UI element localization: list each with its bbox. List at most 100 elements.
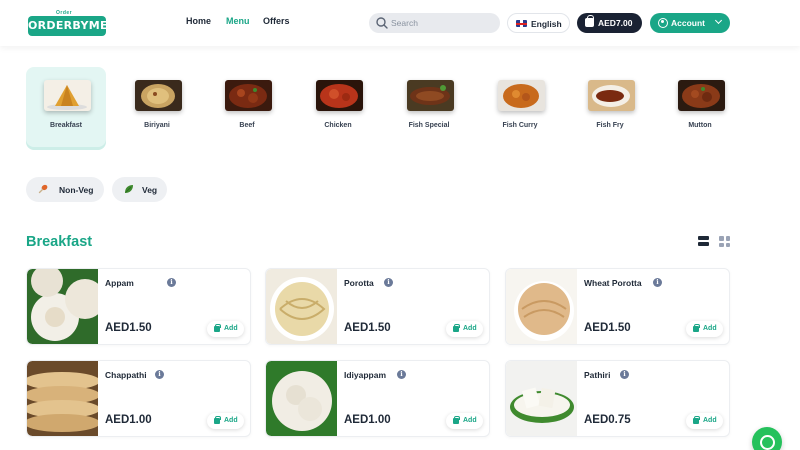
shopping-bag-icon: [453, 324, 460, 332]
shopping-bag-icon: [214, 416, 221, 424]
item-card-porotta[interactable]: Porotta i AED1.50 Add: [265, 268, 490, 345]
item-name: Porotta: [344, 278, 374, 288]
info-icon[interactable]: i: [653, 278, 662, 287]
language-label: English: [531, 19, 562, 29]
category-label: Fish Fry: [596, 122, 624, 129]
item-card-chappathi[interactable]: Chappathi i AED1.00 Add: [26, 360, 251, 437]
add-label: Add: [703, 417, 717, 424]
info-icon[interactable]: i: [167, 278, 176, 287]
item-price: AED1.00: [344, 414, 391, 426]
category-mutton[interactable]: Mutton: [660, 67, 740, 147]
category-fish-fry[interactable]: Fish Fry: [570, 67, 650, 147]
biriyani-image: [135, 80, 182, 111]
list-view-icon[interactable]: [698, 236, 709, 247]
whatsapp-icon[interactable]: [752, 427, 782, 450]
fish-curry-image: [498, 80, 545, 111]
add-button[interactable]: Add: [207, 321, 244, 337]
category-fish-special[interactable]: Fish Special: [389, 67, 469, 147]
cart-button[interactable]: AED7.00: [577, 13, 642, 33]
orderbyme-logo[interactable]: Order ORDERBYME: [28, 8, 108, 36]
beef-image: [225, 80, 272, 111]
cart-total: AED7.00: [598, 18, 633, 28]
category-label: Breakfast: [50, 122, 82, 129]
chevron-down-icon: [714, 16, 723, 25]
item-card-pathiri[interactable]: Pathiri i AED0.75 Add: [505, 360, 730, 437]
top-header: Order ORDERBYME Home Menu Offers Search …: [0, 0, 800, 46]
language-selector[interactable]: English: [507, 13, 570, 33]
shopping-bag-icon: [214, 324, 221, 332]
nav-home-link[interactable]: Home: [186, 16, 211, 26]
category-label: Beef: [239, 122, 255, 129]
info-icon[interactable]: i: [397, 370, 406, 379]
shopping-bag-icon: [693, 416, 700, 424]
logo-main-text: ORDERBYME: [28, 16, 108, 36]
search-input[interactable]: Search: [369, 13, 500, 33]
add-button[interactable]: Add: [207, 413, 244, 429]
user-icon: [658, 18, 668, 28]
nav-menu-link[interactable]: Menu: [226, 16, 250, 26]
porotta-image: [266, 269, 337, 344]
account-label: Account: [671, 18, 705, 28]
category-fish-curry[interactable]: Fish Curry: [480, 67, 560, 147]
info-icon[interactable]: i: [155, 370, 164, 379]
filter-non-veg[interactable]: Non-Veg: [26, 177, 104, 202]
item-name: Wheat Porotta: [584, 278, 642, 288]
idiyappam-image: [266, 361, 337, 436]
nav-offers-link[interactable]: Offers: [263, 16, 290, 26]
item-name: Pathiri: [584, 370, 611, 380]
drumstick-icon: [38, 184, 48, 194]
add-label: Add: [224, 417, 238, 424]
search-icon: [376, 17, 388, 29]
fish-special-image: [407, 80, 454, 111]
category-beef[interactable]: Beef: [207, 67, 287, 147]
item-card-appam[interactable]: Appam i AED1.50 Add: [26, 268, 251, 345]
info-icon[interactable]: i: [620, 370, 629, 379]
add-button[interactable]: Add: [686, 321, 723, 337]
item-card-wheat-porotta[interactable]: Wheat Porotta i AED1.50 Add: [505, 268, 730, 345]
shopping-bag-icon: [585, 15, 594, 27]
wheat-porotta-image: [506, 269, 577, 344]
category-label: Chicken: [324, 122, 352, 129]
leaf-icon: [125, 185, 133, 193]
section-title: Breakfast: [26, 234, 93, 250]
item-price: AED1.50: [584, 322, 631, 334]
category-breakfast[interactable]: Breakfast: [26, 67, 106, 147]
add-button[interactable]: Add: [446, 413, 483, 429]
filter-label: Veg: [142, 185, 158, 195]
chappathi-image: [27, 361, 98, 436]
category-label: Biriyani: [144, 122, 170, 129]
item-name: Idiyappam: [344, 370, 387, 380]
category-chicken[interactable]: Chicken: [298, 67, 378, 147]
item-name: Appam: [105, 278, 134, 288]
grid-view-icon[interactable]: [719, 236, 730, 247]
add-button[interactable]: Add: [686, 413, 723, 429]
mutton-image: [678, 80, 725, 111]
category-biriyani[interactable]: Biriyani: [117, 67, 197, 147]
add-label: Add: [224, 325, 238, 332]
category-label: Fish Curry: [502, 122, 538, 129]
item-price: AED1.00: [105, 414, 152, 426]
chicken-image: [316, 80, 363, 111]
item-price: AED1.50: [344, 322, 391, 334]
add-label: Add: [463, 325, 477, 332]
fish-fry-image: [588, 80, 635, 111]
item-card-idiyappam[interactable]: Idiyappam i AED1.00 Add: [265, 360, 490, 437]
appam-image: [27, 269, 98, 344]
add-button[interactable]: Add: [446, 321, 483, 337]
pathiri-image: [506, 361, 577, 436]
uk-flag-icon: [516, 20, 527, 27]
category-label: Mutton: [688, 122, 712, 129]
breakfast-image: [44, 80, 91, 111]
search-placeholder: Search: [391, 18, 418, 28]
shopping-bag-icon: [693, 324, 700, 332]
account-button[interactable]: Account: [650, 13, 730, 33]
category-label: Fish Special: [408, 122, 450, 129]
item-price: AED1.50: [105, 322, 152, 334]
add-label: Add: [463, 417, 477, 424]
item-name: Chappathi: [105, 370, 147, 380]
shopping-bag-icon: [453, 416, 460, 424]
add-label: Add: [703, 325, 717, 332]
filter-label: Non-Veg: [59, 185, 94, 195]
info-icon[interactable]: i: [384, 278, 393, 287]
filter-veg[interactable]: Veg: [112, 177, 167, 202]
